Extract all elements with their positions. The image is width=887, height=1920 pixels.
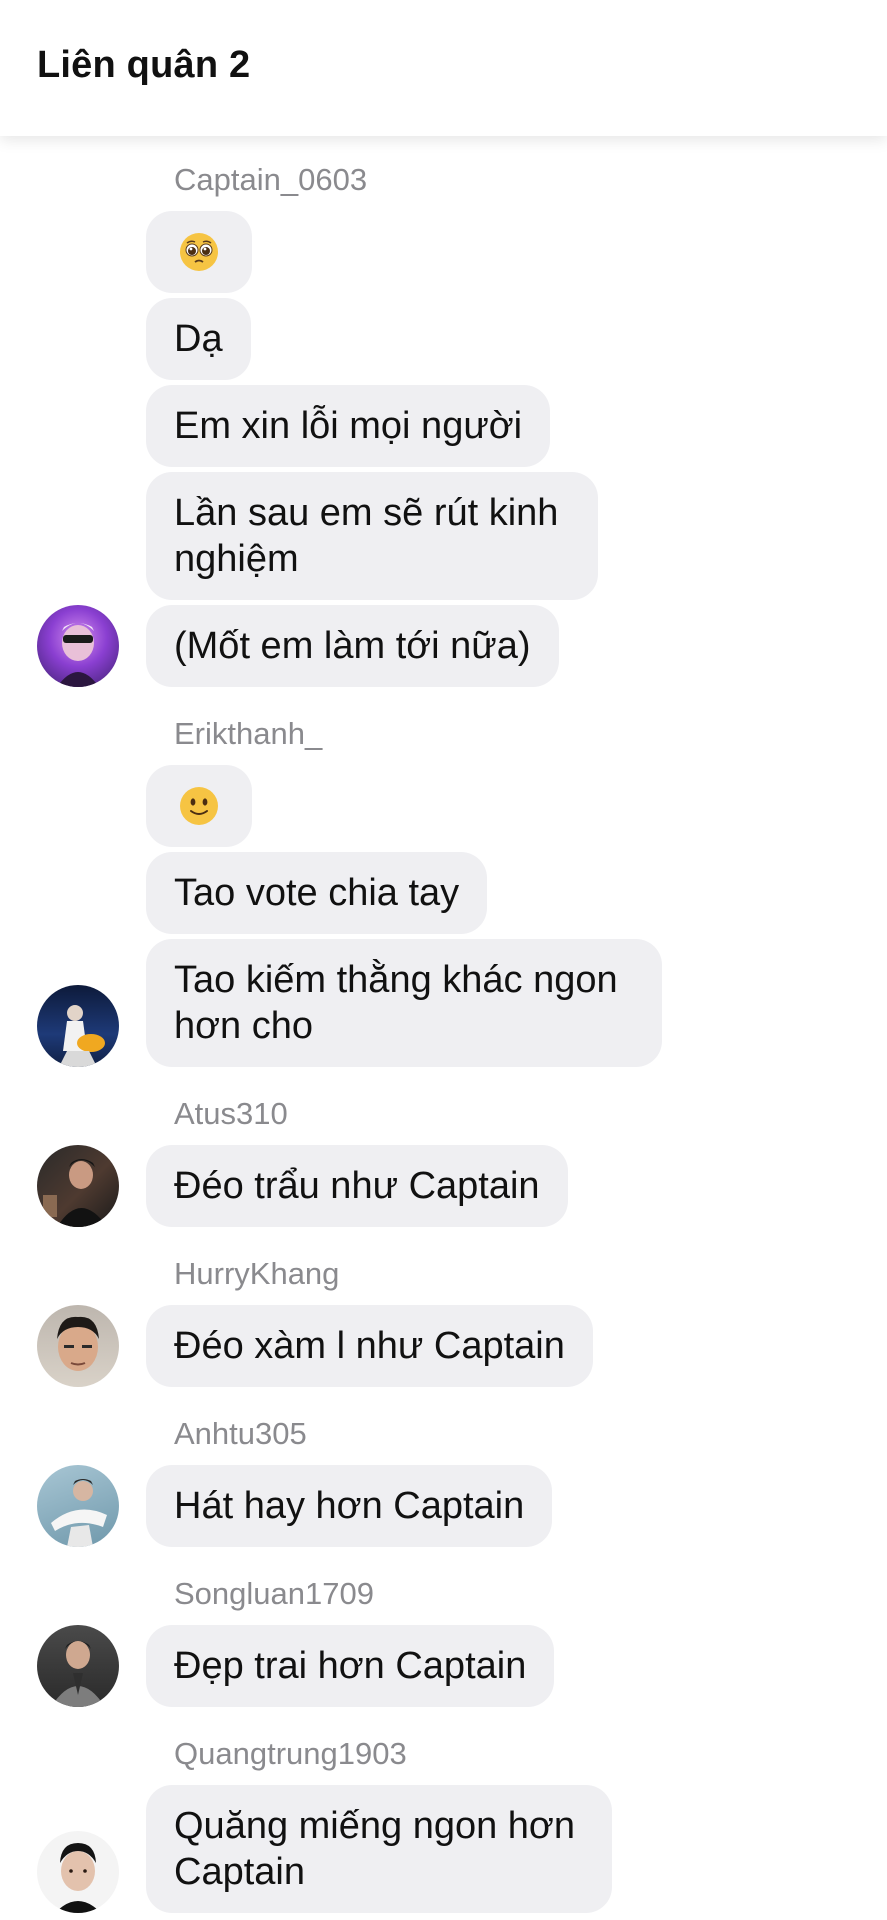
message-bubble[interactable]: Dạ bbox=[146, 298, 251, 380]
sender-name: HurryKhang bbox=[174, 1256, 340, 1291]
sender-name: Anhtu305 bbox=[174, 1416, 307, 1451]
message-bubble[interactable]: Quăng miếng ngon hơn Captain bbox=[146, 1785, 612, 1913]
chat-header: Liên quân 2 bbox=[0, 0, 887, 136]
sender-name: Atus310 bbox=[174, 1096, 288, 1131]
message-bubble[interactable]: Đẹp trai hơn Captain bbox=[146, 1625, 555, 1707]
user-photo-icon bbox=[59, 1005, 105, 1067]
chat-title: Liên quân 2 bbox=[37, 44, 251, 86]
user-photo-icon bbox=[43, 1159, 107, 1227]
message-bubble[interactable]: Tao kiếm thằng khác ngon hơn cho bbox=[146, 939, 662, 1067]
message-bubble[interactable]: Hát hay hơn Captain bbox=[146, 1465, 553, 1547]
user-photo-icon bbox=[51, 1641, 105, 1707]
avatar[interactable] bbox=[37, 1305, 119, 1387]
user-photo-icon bbox=[51, 1479, 107, 1547]
message-bubble[interactable] bbox=[146, 765, 252, 847]
message-bubble[interactable]: Lần sau em sẽ rút kinh nghiệm bbox=[146, 472, 598, 600]
user-photo-icon bbox=[57, 1316, 99, 1371]
message-bubble[interactable]: Đéo xàm l như Captain bbox=[146, 1305, 593, 1387]
message-bubble[interactable] bbox=[146, 211, 252, 293]
user-photo-icon bbox=[57, 623, 99, 687]
avatar[interactable] bbox=[37, 985, 119, 1067]
avatar[interactable] bbox=[37, 1145, 119, 1227]
sender-name: Erikthanh_ bbox=[174, 716, 323, 751]
user-photo-icon bbox=[55, 1843, 101, 1913]
avatar[interactable] bbox=[37, 1831, 119, 1913]
message-bubble[interactable]: Em xin lỗi mọi người bbox=[146, 385, 551, 467]
pleading-face-emoji bbox=[180, 233, 218, 271]
message-bubble[interactable]: Đéo trẩu như Captain bbox=[146, 1145, 568, 1227]
message-list[interactable]: Captain_0603 Dạ Em xin lỗi mọi người Lần… bbox=[0, 136, 887, 1920]
avatar[interactable] bbox=[37, 1625, 119, 1707]
sender-name: Songluan1709 bbox=[174, 1576, 374, 1611]
avatar[interactable] bbox=[37, 1465, 119, 1547]
message-bubble[interactable]: (Mốt em làm tới nữa) bbox=[146, 605, 559, 687]
message-bubble[interactable]: Tao vote chia tay bbox=[146, 852, 488, 934]
slightly-smiling-face-emoji bbox=[180, 787, 218, 825]
avatar[interactable] bbox=[37, 605, 119, 687]
sender-name: Quangtrung1903 bbox=[174, 1736, 407, 1771]
sender-name: Captain_0603 bbox=[174, 162, 368, 197]
